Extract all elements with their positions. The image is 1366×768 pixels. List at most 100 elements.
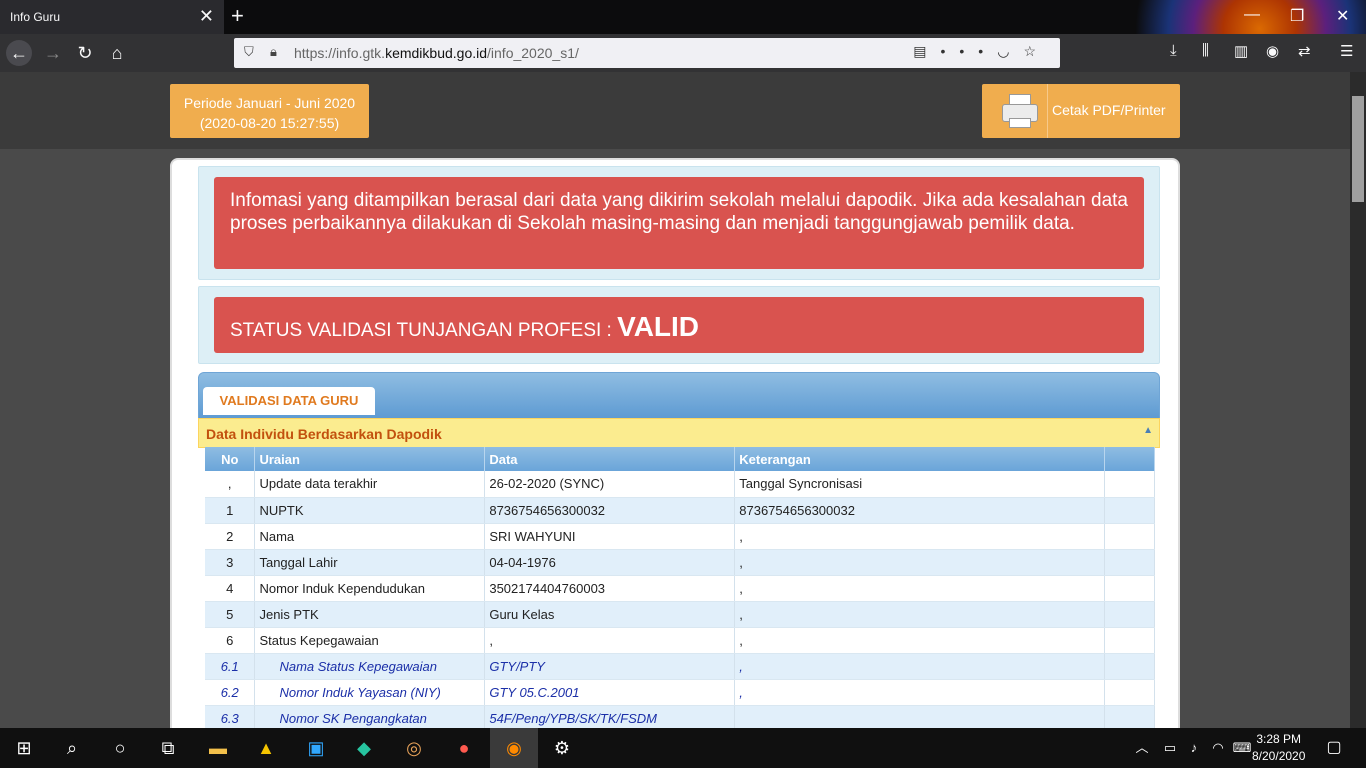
section-header[interactable]: Data Individu Berdasarkan Dapodik ▲ [198,418,1160,448]
table-row: 4 Nomor Induk Kependudukan 3502174404760… [205,575,1155,602]
app-green-icon[interactable]: ◆ [340,728,388,768]
cell-extra [1104,679,1155,706]
more-actions-icon[interactable]: ••• [941,43,998,59]
cell-data: 8736754656300032 [484,497,736,524]
cell-keterangan: , [734,601,1106,628]
cell-extra [1104,497,1155,524]
cell-no: 3 [205,549,256,576]
table-row: 6.1 Nama Status Kepegawaian GTY/PTY , [205,653,1155,680]
table-header-row: No Uraian Data Keterangan [205,447,1155,471]
url-bar[interactable]: ⛉ 🔒︎ https://info.gtk.kemdikbud.go.id/in… [234,38,1060,68]
forward-icon[interactable]: → [40,40,66,66]
system-clock[interactable]: 3:28 PM 8/20/2020 [1252,731,1305,765]
cell-data: Guru Kelas [484,601,736,628]
taskbar: ⊞ ⌕ ○ ⧉ ▬ ▲ ▣ ◆ ◎ ● ◉ ⚙ ︿ ▭ ♪ ◠ ⌨ 3:28 P… [0,728,1366,768]
sidebar-icon[interactable]: ▥ [1234,42,1248,60]
reload-icon[interactable]: ↻ [72,40,98,66]
cell-extra [1104,523,1155,550]
url-text[interactable]: https://info.gtk.kemdikbud.go.id/info_20… [294,45,579,61]
bookmark-star-icon[interactable]: ☆ [1023,43,1050,59]
scrollbar-thumb[interactable] [1352,96,1364,202]
cell-extra [1104,575,1155,602]
menu-icon[interactable]: ☰ [1340,42,1353,60]
cell-keterangan: , [734,549,1106,576]
cell-keterangan: , [734,575,1106,602]
cortana-icon[interactable]: ○ [96,728,144,768]
cell-uraian: Status Kepegawaian [254,627,486,654]
cell-keterangan: , [734,523,1106,550]
cell-data: 3502174404760003 [484,575,736,602]
restore-icon[interactable]: ❐ [1290,6,1304,26]
status-panel: STATUS VALIDASI TUNJANGAN PROFESI : VALI… [198,286,1160,364]
downloads-icon[interactable]: ⤓ [1170,42,1177,59]
app-red-icon[interactable]: ● [440,728,488,768]
task-view-icon[interactable]: ⧉ [144,728,192,768]
col-no: No [205,447,256,471]
file-explorer-icon[interactable]: ▬ [194,728,242,768]
new-tab-icon[interactable]: + [231,3,244,29]
close-window-icon[interactable]: ✕ [1336,6,1349,26]
cell-extra [1104,705,1155,728]
photoshop-icon[interactable]: ▣ [292,728,340,768]
cell-uraian: Update data terakhir [254,471,486,498]
browser-tab[interactable]: Info Guru ✕ [0,0,224,34]
cell-extra [1104,471,1155,498]
notification-icon[interactable]: ▢ [1310,728,1358,768]
cell-no: 4 [205,575,256,602]
cell-data: 54F/Peng/YPB/SK/TK/FSDM [484,705,736,728]
print-label: Cetak PDF/Printer [1052,102,1166,118]
tab-validasi-data-guru[interactable]: VALIDASI DATA GURU [203,387,375,415]
shield-icon[interactable]: ⛉ [244,44,254,60]
url-actions[interactable]: ▤•••◡☆ [913,43,1050,60]
table-row: 6.3 Nomor SK Pengangkatan 54F/Peng/YPB/S… [205,705,1155,728]
url-path: /info_2020_s1/ [487,45,579,61]
table-row: 6.2 Nomor Induk Yayasan (NIY) GTY 05.C.2… [205,679,1155,706]
home-icon[interactable]: ⌂ [104,40,130,66]
cell-data: GTY/PTY [484,653,736,680]
minimize-icon[interactable]: — [1244,6,1260,24]
browser-tabbar: Info Guru ✕ + — ❐ ✕ [0,0,1366,72]
account-icon[interactable]: ◉ [1266,42,1279,60]
url-domain: kemdikbud.go.id [385,45,488,61]
back-icon[interactable]: ← [6,40,32,66]
cell-uraian: Jenis PTK [254,601,486,628]
status-label: STATUS VALIDASI TUNJANGAN PROFESI : [230,320,618,341]
media-player-icon[interactable]: ◎ [390,728,438,768]
cell-no: 6 [205,627,256,654]
cell-no: 6.1 [205,653,256,680]
search-icon[interactable]: ⌕ [48,728,96,768]
cell-no: , [205,471,256,498]
pocket-icon[interactable]: ◡ [997,43,1023,59]
firefox-icon[interactable]: ◉ [490,728,538,768]
cell-uraian: Tanggal Lahir [254,549,486,576]
cell-no: 6.3 [205,705,256,728]
periode-timestamp: (2020-08-20 15:27:55) [199,115,340,131]
windows-start-icon[interactable]: ⊞ [0,728,48,768]
notice-alert: Infomasi yang ditampilkan berasal dari d… [214,177,1144,269]
cell-data: GTY 05.C.2001 [484,679,736,706]
cell-keterangan: , [734,653,1106,680]
table-row: 3 Tanggal Lahir 04-04-1976 , [205,549,1155,576]
settings-gear-icon[interactable]: ⚙ [538,728,586,768]
cell-uraian: NUPTK [254,497,486,524]
translate-icon[interactable]: ⇄ [1298,42,1311,60]
print-button[interactable]: Cetak PDF/Printer [982,84,1180,138]
close-tab-icon[interactable]: ✕ [199,6,214,27]
cell-keterangan: , [734,679,1106,706]
cell-data: 04-04-1976 [484,549,736,576]
cell-uraian: Nomor Induk Kependudukan [254,575,486,602]
vertical-scrollbar[interactable] [1350,72,1366,728]
lock-icon[interactable]: 🔒︎ [270,44,277,60]
reader-view-icon[interactable]: ▤ [913,43,940,59]
cell-no: 6.2 [205,679,256,706]
main-card: Infomasi yang ditampilkan berasal dari d… [170,158,1180,728]
table-row: 5 Jenis PTK Guru Kelas , [205,601,1155,628]
table-row: 1 NUPTK 8736754656300032 873675465630003… [205,497,1155,524]
col-extra [1104,447,1155,471]
app-triangle-icon[interactable]: ▲ [242,728,290,768]
status-value: VALID [617,311,700,342]
collapse-caret-icon[interactable]: ▲ [1143,425,1153,436]
col-data: Data [484,447,736,471]
library-icon[interactable]: ⫼ [1202,42,1209,59]
periode-badge: Periode Januari - Juni 2020 (2020-08-20 … [170,84,369,138]
